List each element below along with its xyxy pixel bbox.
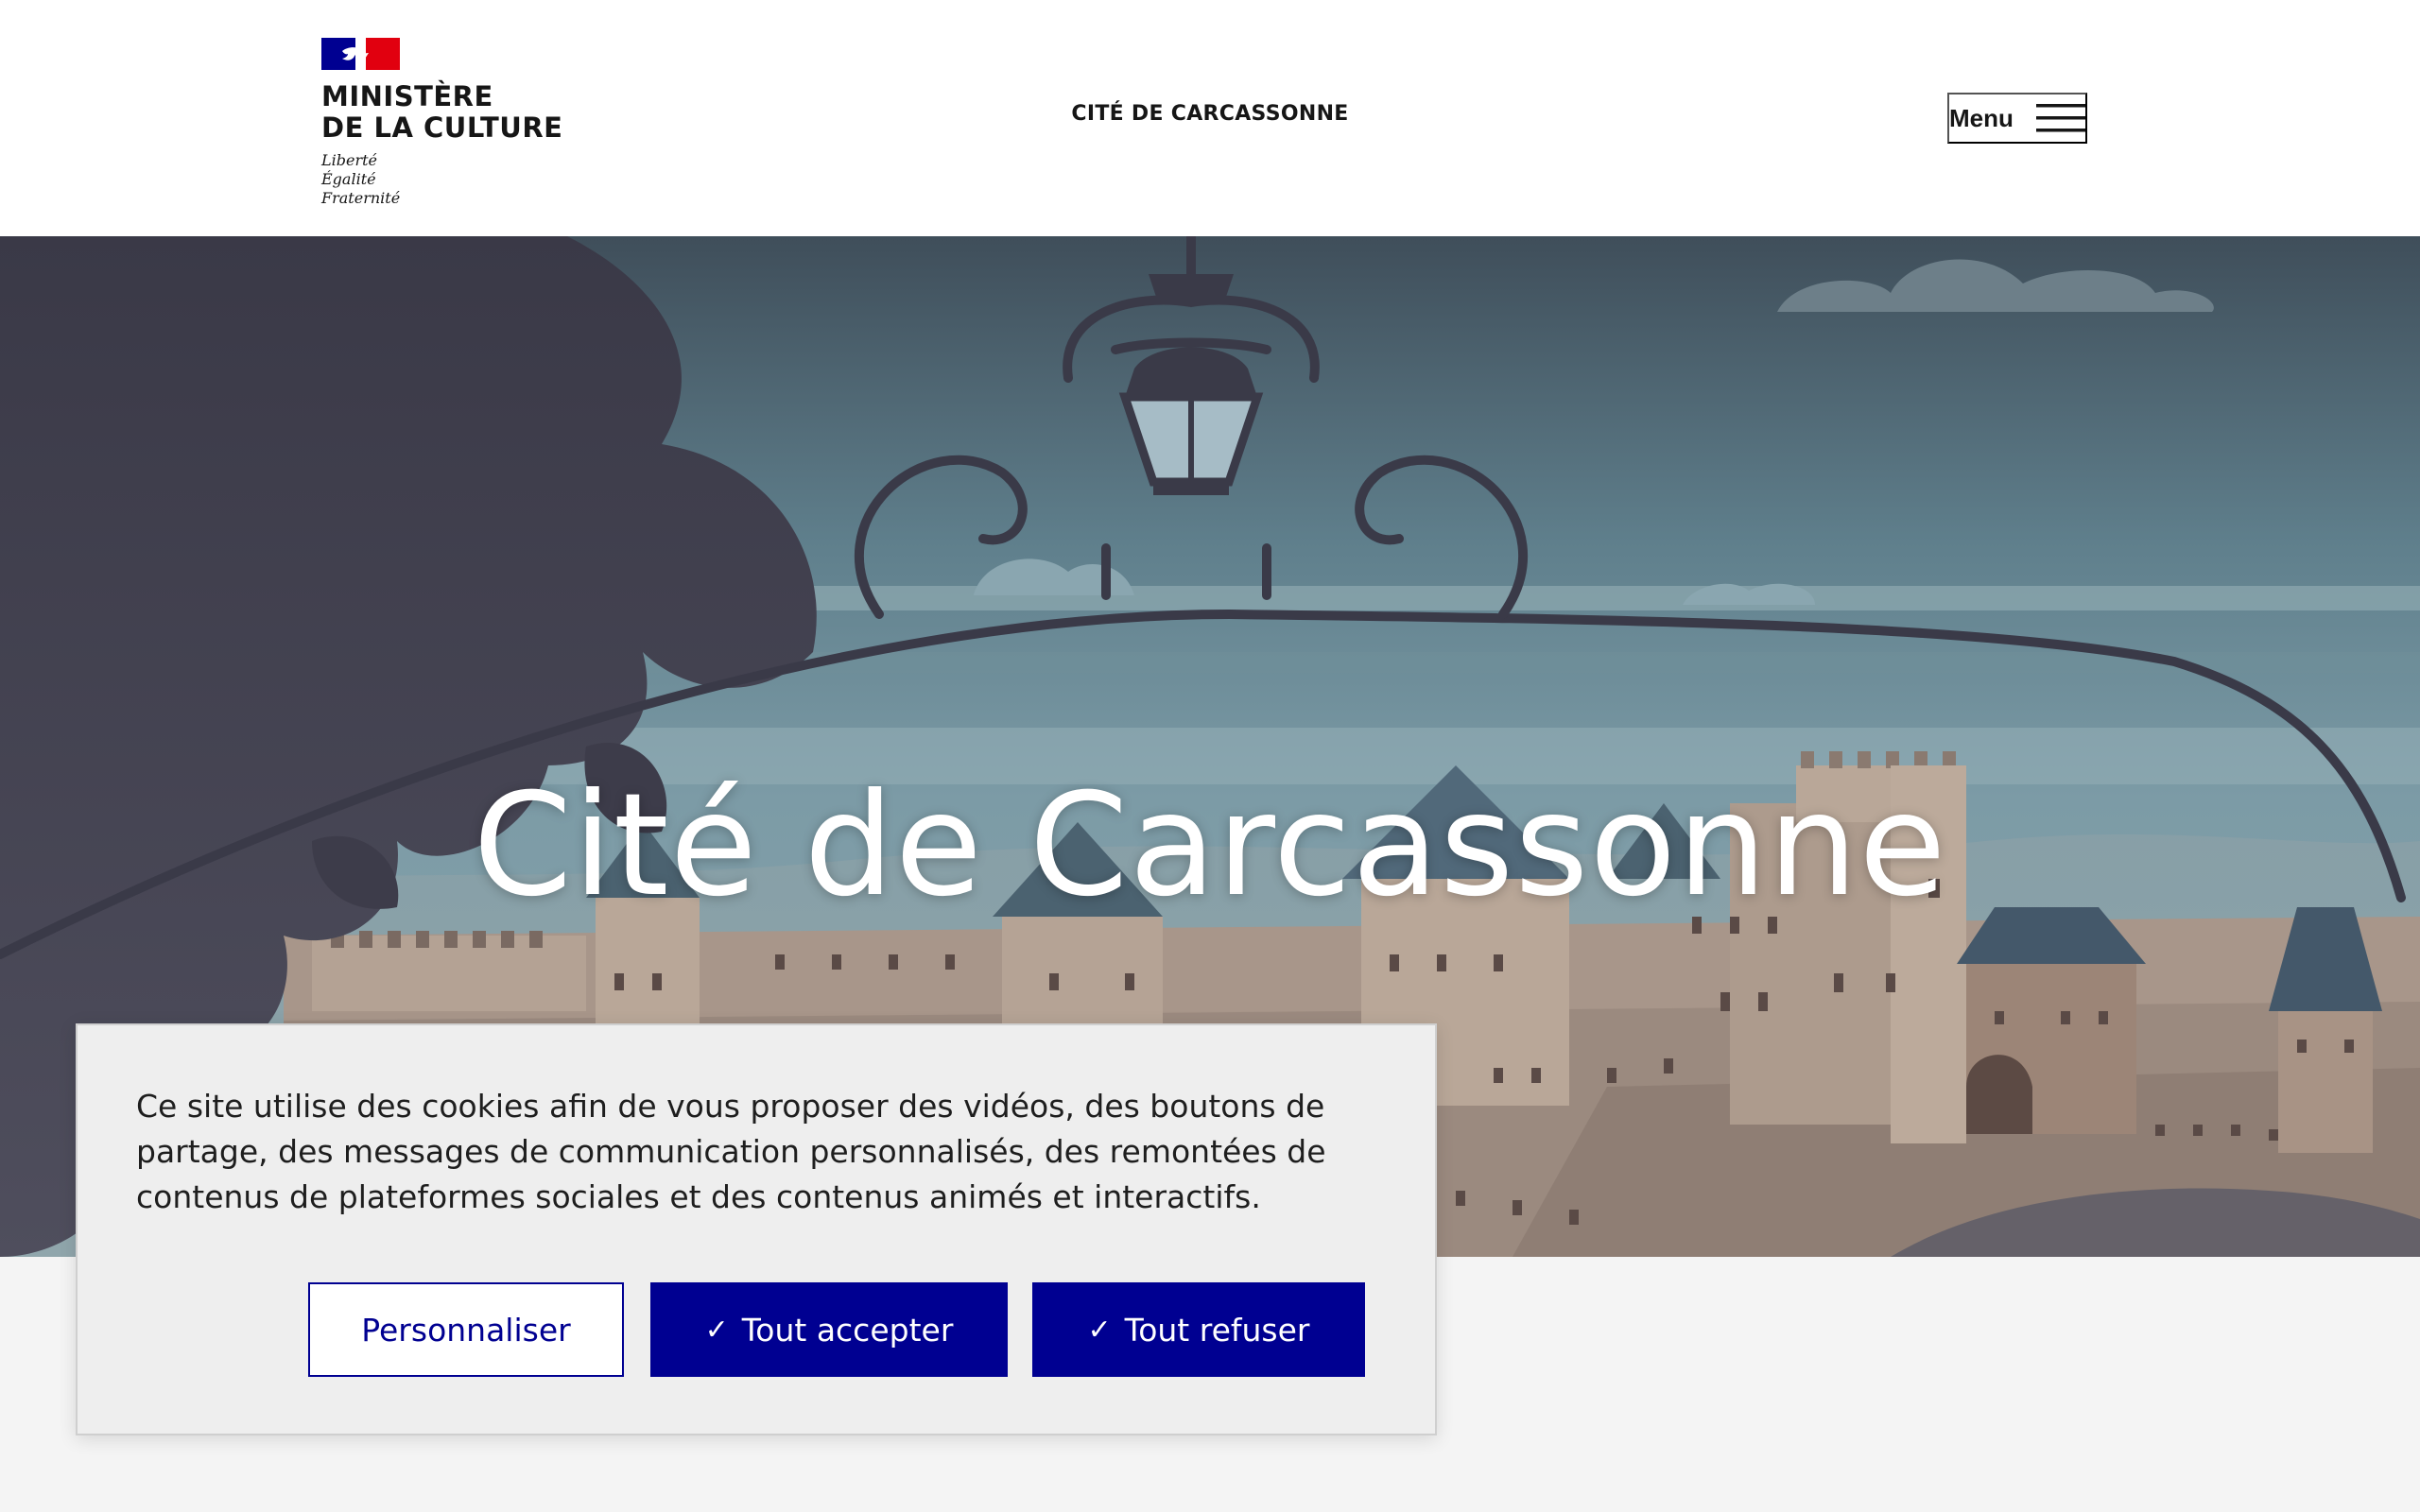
accept-all-label: Tout accepter	[741, 1311, 954, 1349]
motto-fraternite: Fraternité	[321, 189, 401, 207]
cookie-message: Ce site utilise des cookies afin de vous…	[136, 1088, 1326, 1215]
ministry-name-line2: DE LA CULTURE	[321, 112, 563, 144]
motto-egalite: Égalité	[321, 170, 376, 188]
menu-button[interactable]: Menu	[1947, 93, 2087, 144]
site-title-link[interactable]: CITÉ DE CARCASSONNE	[1040, 102, 1380, 126]
cookie-consent-banner: Ce site utilise des cookies afin de vous…	[76, 1023, 1437, 1435]
customize-cookies-label: Personnaliser	[361, 1311, 571, 1349]
accept-all-cookies-button[interactable]: ✓ Tout accepter	[650, 1282, 1008, 1377]
check-icon: ✓	[704, 1313, 729, 1347]
ministry-name-line1: MINISTÈRE	[321, 80, 493, 112]
refuse-all-label: Tout refuser	[1124, 1311, 1310, 1349]
marianne-flag-icon	[321, 38, 400, 70]
motto-liberte: Liberté	[321, 151, 377, 169]
republic-motto: Liberté Égalité Fraternité	[321, 151, 567, 208]
site-header: MINISTÈRE DE LA CULTURE Liberté Égalité …	[0, 0, 2420, 236]
menu-label: Menu	[1949, 103, 2014, 132]
ministry-logo-link[interactable]: MINISTÈRE DE LA CULTURE Liberté Égalité …	[321, 38, 567, 208]
check-icon: ✓	[1087, 1313, 1112, 1347]
refuse-all-cookies-button[interactable]: ✓ Tout refuser	[1032, 1282, 1365, 1377]
hero-title: Cité de Carcassonne	[473, 764, 1947, 928]
customize-cookies-button[interactable]: Personnaliser	[308, 1282, 624, 1377]
ministry-name: MINISTÈRE DE LA CULTURE	[321, 81, 567, 144]
hamburger-icon	[2035, 104, 2085, 132]
